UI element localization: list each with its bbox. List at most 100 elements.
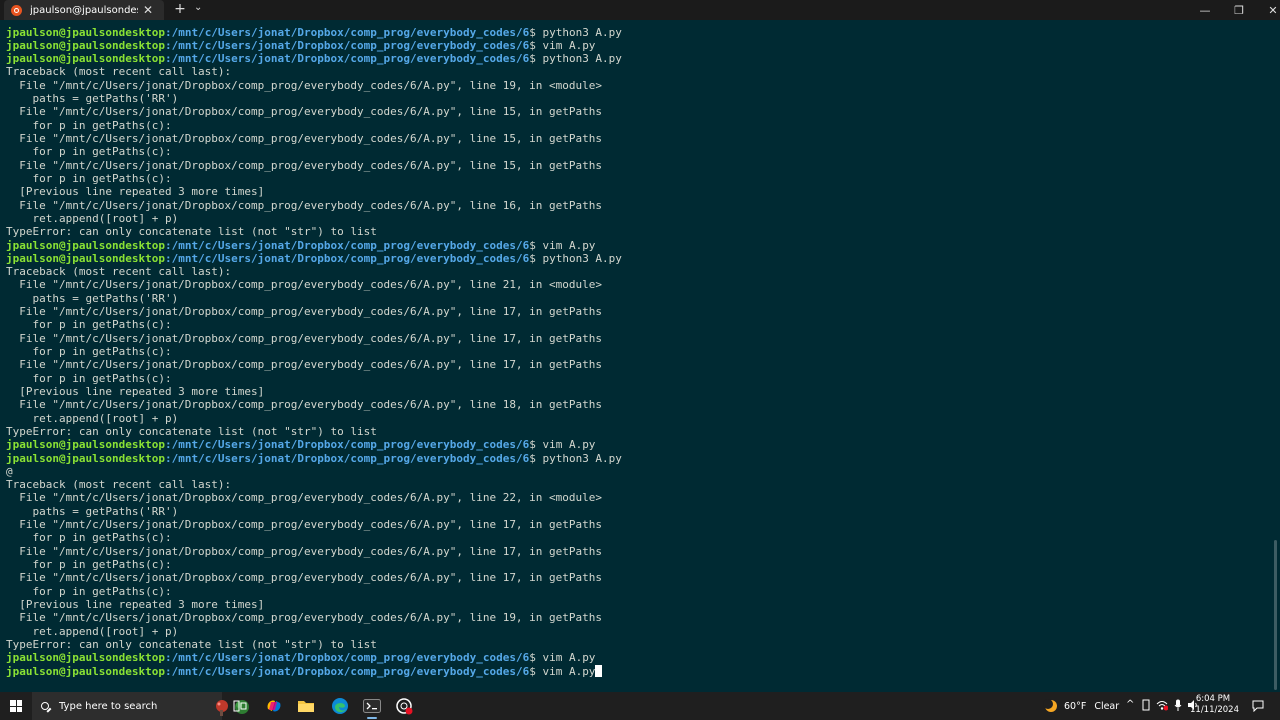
output-line: [Previous line repeated 3 more times] (6, 185, 622, 198)
clock-time: 6:04 PM (1195, 694, 1231, 704)
network-icon[interactable] (1156, 699, 1168, 711)
output-text: File "/mnt/c/Users/jonat/Dropbox/comp_pr… (6, 331, 603, 345)
edge-browser-icon[interactable] (324, 692, 356, 720)
output-line: File "/mnt/c/Users/jonat/Dropbox/comp_pr… (6, 398, 622, 411)
terminal-output[interactable]: jpaulson@jpaulsondesktop:/mnt/c/Users/jo… (0, 20, 1280, 692)
prompt-user: jpaulson@jpaulsondesktop (6, 664, 165, 678)
output-text: TypeError: can only concatenate list (no… (6, 225, 377, 239)
command-text: vim A.py (542, 38, 596, 52)
prompt-path: :/mnt/c/Users/jonat/Dropbox/comp_prog/ev… (164, 651, 530, 665)
output-line: for p in getPaths(c): (6, 172, 622, 185)
output-line: ret.append([root] + p) (6, 412, 622, 425)
output-line: File "/mnt/c/Users/jonat/Dropbox/comp_pr… (6, 199, 622, 212)
output-text: paths = getPaths('RR') (6, 504, 179, 518)
tab-close-icon[interactable]: ✕ (142, 3, 154, 17)
output-line: TypeError: can only concatenate list (no… (6, 225, 622, 238)
weather-condition: Clear (1094, 700, 1120, 712)
output-text: File "/mnt/c/Users/jonat/Dropbox/comp_pr… (6, 158, 603, 172)
search-placeholder: Type here to search (59, 700, 158, 712)
prompt-line: jpaulson@jpaulsondesktop:/mnt/c/Users/jo… (6, 26, 622, 39)
output-line: for p in getPaths(c): (6, 372, 622, 385)
prompt-user: jpaulson@jpaulsondesktop (6, 251, 165, 265)
output-text: File "/mnt/c/Users/jonat/Dropbox/comp_pr… (6, 198, 603, 212)
output-line: paths = getPaths('RR') (6, 505, 622, 518)
output-text: File "/mnt/c/Users/jonat/Dropbox/comp_pr… (6, 571, 603, 585)
chevron-down-icon[interactable]: ⌄ (194, 2, 202, 13)
prompt-line: jpaulson@jpaulsondesktop:/mnt/c/Users/jo… (6, 651, 622, 664)
output-text: [Previous line repeated 3 more times] (6, 597, 265, 611)
command-text: python3 A.py (542, 251, 622, 265)
command-text: python3 A.py (542, 52, 622, 66)
file-explorer-icon[interactable] (290, 692, 322, 720)
output-line: for p in getPaths(c): (6, 531, 622, 544)
prompt-symbol: $ (529, 664, 543, 678)
tray-overflow-icon[interactable]: ^ (1126, 699, 1134, 710)
prompt-symbol: $ (529, 438, 543, 452)
output-line: File "/mnt/c/Users/jonat/Dropbox/comp_pr… (6, 491, 622, 504)
output-line: for p in getPaths(c): (6, 558, 622, 571)
search-icon (41, 702, 49, 710)
output-line: Traceback (most recent call last): (6, 65, 622, 78)
output-text: for p in getPaths(c): (6, 371, 172, 385)
output-text: ret.append([root] + p) (6, 411, 179, 425)
output-line: File "/mnt/c/Users/jonat/Dropbox/comp_pr… (6, 105, 622, 118)
maximize-button[interactable]: ❐ (1222, 0, 1256, 20)
output-text: Traceback (most recent call last): (6, 478, 232, 492)
terminal-app-icon[interactable] (356, 692, 388, 720)
prompt-user: jpaulson@jpaulsondesktop (6, 25, 165, 39)
prompt-line: jpaulson@jpaulsondesktop:/mnt/c/Users/jo… (6, 239, 622, 252)
usb-icon[interactable] (1141, 699, 1151, 711)
output-line: for p in getPaths(c): (6, 318, 622, 331)
output-text: File "/mnt/c/Users/jonat/Dropbox/comp_pr… (6, 491, 603, 505)
terminal-lines: jpaulson@jpaulsondesktop:/mnt/c/Users/jo… (6, 26, 622, 678)
command-text: python3 A.py (542, 25, 622, 39)
output-text: Traceback (most recent call last): (6, 265, 232, 279)
microphone-icon[interactable] (1174, 699, 1182, 711)
system-clock[interactable]: 6:04 PM 11/11/2024 (1190, 694, 1239, 716)
output-line: for p in getPaths(c): (6, 345, 622, 358)
output-line: File "/mnt/c/Users/jonat/Dropbox/comp_pr… (6, 278, 622, 291)
ubuntu-icon (11, 4, 22, 16)
output-line: Traceback (most recent call last): (6, 265, 622, 278)
taskbar: Type here to search 60°F Clear ^ 6:04 PM… (0, 692, 1280, 720)
output-line: File "/mnt/c/Users/jonat/Dropbox/comp_pr… (6, 518, 622, 531)
output-line: File "/mnt/c/Users/jonat/Dropbox/comp_pr… (6, 545, 622, 558)
output-text: File "/mnt/c/Users/jonat/Dropbox/comp_pr… (6, 278, 603, 292)
text-cursor (595, 664, 603, 677)
recording-app-icon[interactable] (388, 692, 420, 720)
minimize-button[interactable]: — (1188, 0, 1222, 20)
output-line: ret.append([root] + p) (6, 212, 622, 225)
prompt-user: jpaulson@jpaulsondesktop (6, 52, 165, 66)
new-tab-button[interactable]: + (172, 1, 188, 17)
output-text: [Previous line repeated 3 more times] (6, 384, 265, 398)
prompt-symbol: $ (529, 52, 543, 66)
output-line: TypeError: can only concatenate list (no… (6, 638, 622, 651)
prompt-path: :/mnt/c/Users/jonat/Dropbox/comp_prog/ev… (164, 251, 530, 265)
notification-icon[interactable] (1252, 700, 1264, 712)
output-text: File "/mnt/c/Users/jonat/Dropbox/comp_pr… (6, 518, 603, 532)
prompt-user: jpaulson@jpaulsondesktop (6, 438, 165, 452)
output-line: [Previous line repeated 3 more times] (6, 385, 622, 398)
windows-logo-icon (10, 700, 22, 712)
start-button[interactable] (0, 692, 32, 720)
weather-widget[interactable]: 60°F Clear (1042, 692, 1119, 720)
output-line: File "/mnt/c/Users/jonat/Dropbox/comp_pr… (6, 132, 622, 145)
prompt-user: jpaulson@jpaulsondesktop (6, 238, 165, 252)
prompt-user: jpaulson@jpaulsondesktop (6, 651, 165, 665)
copilot-icon[interactable] (258, 692, 290, 720)
task-view-icon[interactable] (224, 692, 256, 720)
terminal-tab[interactable]: jpaulson@jpaulsondesktop: /n ✕ (4, 0, 164, 20)
output-text: ret.append([root] + p) (6, 624, 179, 638)
prompt-path: :/mnt/c/Users/jonat/Dropbox/comp_prog/ev… (164, 52, 530, 66)
close-button[interactable]: ✕ (1256, 0, 1280, 20)
title-bar: jpaulson@jpaulsondesktop: /n ✕ + ⌄ — ❐ ✕ (0, 0, 1280, 20)
prompt-path: :/mnt/c/Users/jonat/Dropbox/comp_prog/ev… (164, 238, 530, 252)
scrollbar-thumb[interactable] (1274, 540, 1277, 690)
output-text: File "/mnt/c/Users/jonat/Dropbox/comp_pr… (6, 132, 603, 145)
output-text: for p in getPaths(c): (6, 558, 172, 571)
tab-title: jpaulson@jpaulsondesktop: /n (30, 4, 138, 16)
taskbar-search[interactable]: Type here to search (32, 692, 249, 720)
output-text: File "/mnt/c/Users/jonat/Dropbox/comp_pr… (6, 358, 603, 372)
output-line: File "/mnt/c/Users/jonat/Dropbox/comp_pr… (6, 305, 622, 318)
prompt-path: :/mnt/c/Users/jonat/Dropbox/comp_prog/ev… (164, 451, 530, 465)
